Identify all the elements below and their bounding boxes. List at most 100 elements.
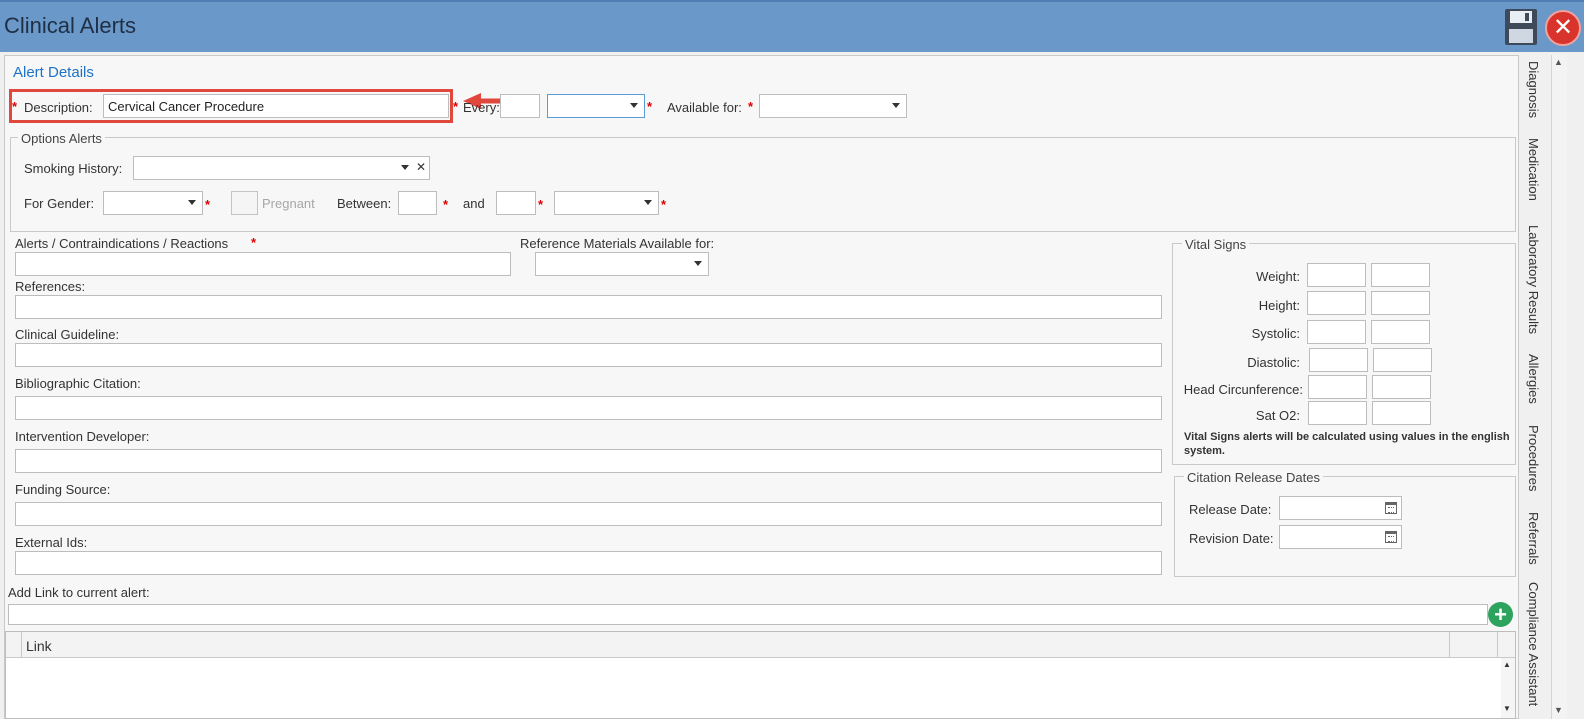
calendar-icon[interactable] (1385, 531, 1397, 543)
required-mark: * (205, 197, 211, 212)
every-input[interactable] (500, 94, 540, 118)
intervention-developer-label: Intervention Developer: (15, 429, 150, 444)
column-divider (1497, 632, 1498, 658)
highlight-box (9, 89, 453, 123)
every-unit-select[interactable] (547, 94, 645, 118)
head-circunference-input-max[interactable] (1372, 375, 1431, 399)
right-scrollbar[interactable]: ▲ ▼ (1551, 55, 1567, 719)
chevron-down-icon (401, 165, 409, 170)
external-ids-input[interactable] (15, 551, 1162, 575)
funding-source-label: Funding Source: (15, 482, 111, 497)
height-input-max[interactable] (1371, 291, 1430, 315)
close-icon: ✕ (1552, 14, 1574, 41)
revision-date-label: Revision Date: (1189, 531, 1274, 546)
weight-input-min[interactable] (1307, 263, 1366, 287)
chevron-down-icon (892, 103, 900, 108)
save-button[interactable] (1504, 8, 1538, 46)
head-circunference-input-min[interactable] (1308, 375, 1367, 399)
chevron-down-icon (630, 103, 638, 108)
required-mark: * (251, 235, 257, 250)
release-date-picker[interactable] (1279, 496, 1402, 520)
references-input[interactable] (15, 295, 1162, 319)
diastolic-label: Diastolic: (1247, 355, 1300, 370)
revision-date-picker[interactable] (1279, 525, 1402, 549)
main-panel: Alert Details * Description: * Every: * … (4, 55, 1519, 719)
scroll-up-icon[interactable]: ▲ (1503, 660, 1511, 669)
window-title: Clinical Alerts (4, 13, 137, 38)
available-for-select[interactable] (759, 94, 907, 118)
required-mark: * (538, 197, 544, 212)
external-ids-label: External Ids: (15, 535, 88, 550)
right-tab-strip: Diagnosis Medication Laboratory Results … (1521, 55, 1551, 719)
age-unit-select[interactable] (554, 191, 659, 215)
save-icon (1505, 9, 1537, 45)
pregnant-label: Pregnant (262, 196, 315, 211)
references-label: References: (15, 279, 86, 294)
chevron-down-icon (694, 261, 702, 266)
plus-icon: + (1494, 602, 1507, 627)
calendar-icon[interactable] (1385, 502, 1397, 514)
scroll-up-icon[interactable]: ▲ (1554, 57, 1563, 67)
diastolic-input-min[interactable] (1309, 348, 1368, 372)
clinical-guideline-input[interactable] (15, 343, 1162, 367)
required-mark: * (748, 99, 754, 114)
tab-referrals[interactable]: Referrals (1526, 512, 1541, 565)
smoking-history-label: Smoking History: (24, 161, 123, 176)
add-link-label: Add Link to current alert: (8, 585, 150, 600)
systolic-input-max[interactable] (1371, 320, 1430, 344)
alerts-label: Alerts / Contraindications / Reactions (15, 236, 229, 251)
chevron-down-icon (188, 200, 196, 205)
clear-icon[interactable]: ✕ (416, 160, 426, 174)
available-for-label: Available for: (667, 100, 742, 115)
tab-procedures[interactable]: Procedures (1526, 425, 1541, 491)
systolic-input-min[interactable] (1307, 320, 1366, 344)
tab-diagnosis[interactable]: Diagnosis (1526, 61, 1541, 118)
add-link-input[interactable] (8, 604, 1488, 625)
pregnant-checkbox[interactable] (231, 191, 258, 215)
links-table: Link ▲ ▼ (5, 631, 1516, 719)
reference-materials-label: Reference Materials Available for: (520, 236, 715, 251)
bibliographic-citation-input[interactable] (15, 396, 1162, 420)
row-header-cell (6, 632, 22, 658)
smoking-history-select[interactable]: ✕ (133, 156, 430, 180)
every-label: Every: (463, 100, 500, 115)
vital-signs-note: Vital Signs alerts will be calculated us… (1184, 431, 1510, 457)
and-input[interactable] (496, 191, 536, 215)
column-header-link[interactable]: Link (26, 638, 52, 654)
and-label: and (463, 196, 485, 211)
add-link-button[interactable]: + (1488, 602, 1513, 627)
options-alerts-group (10, 137, 1516, 232)
close-button[interactable]: ✕ (1545, 10, 1581, 46)
diastolic-input-max[interactable] (1373, 348, 1432, 372)
table-header: Link (6, 632, 1515, 658)
weight-input-max[interactable] (1371, 263, 1430, 287)
chevron-down-icon (644, 200, 652, 205)
clinical-guideline-label: Clinical Guideline: (15, 327, 120, 342)
reference-materials-select[interactable] (535, 252, 709, 276)
vital-signs-legend: Vital Signs (1182, 237, 1250, 252)
for-gender-label: For Gender: (24, 196, 95, 211)
required-mark: * (647, 99, 653, 114)
sat-o2-input-max[interactable] (1372, 401, 1431, 425)
tab-allergies[interactable]: Allergies (1526, 354, 1541, 404)
sat-o2-input-min[interactable] (1308, 401, 1367, 425)
scroll-down-icon[interactable]: ▼ (1554, 705, 1563, 715)
bibliographic-citation-label: Bibliographic Citation: (15, 376, 141, 391)
height-label: Height: (1258, 298, 1300, 313)
scroll-down-icon[interactable]: ▼ (1503, 704, 1511, 713)
title-bar (0, 0, 1584, 52)
table-scrollbar[interactable]: ▲ ▼ (1501, 658, 1515, 718)
tab-compliance-assistant[interactable]: Compliance Assistant (1526, 582, 1541, 706)
tab-medication[interactable]: Medication (1526, 138, 1541, 201)
height-input-min[interactable] (1307, 291, 1366, 315)
alert-details-header: Alert Details (13, 64, 94, 81)
for-gender-select[interactable] (103, 191, 203, 215)
between-input[interactable] (398, 191, 437, 215)
weight-label: Weight: (1256, 269, 1300, 284)
funding-source-input[interactable] (15, 502, 1162, 526)
head-circunference-label: Head Circunference: (1183, 382, 1303, 397)
tab-laboratory-results[interactable]: Laboratory Results (1526, 225, 1541, 334)
intervention-developer-input[interactable] (15, 449, 1162, 473)
between-label: Between: (337, 196, 392, 211)
alerts-input[interactable] (15, 252, 511, 276)
